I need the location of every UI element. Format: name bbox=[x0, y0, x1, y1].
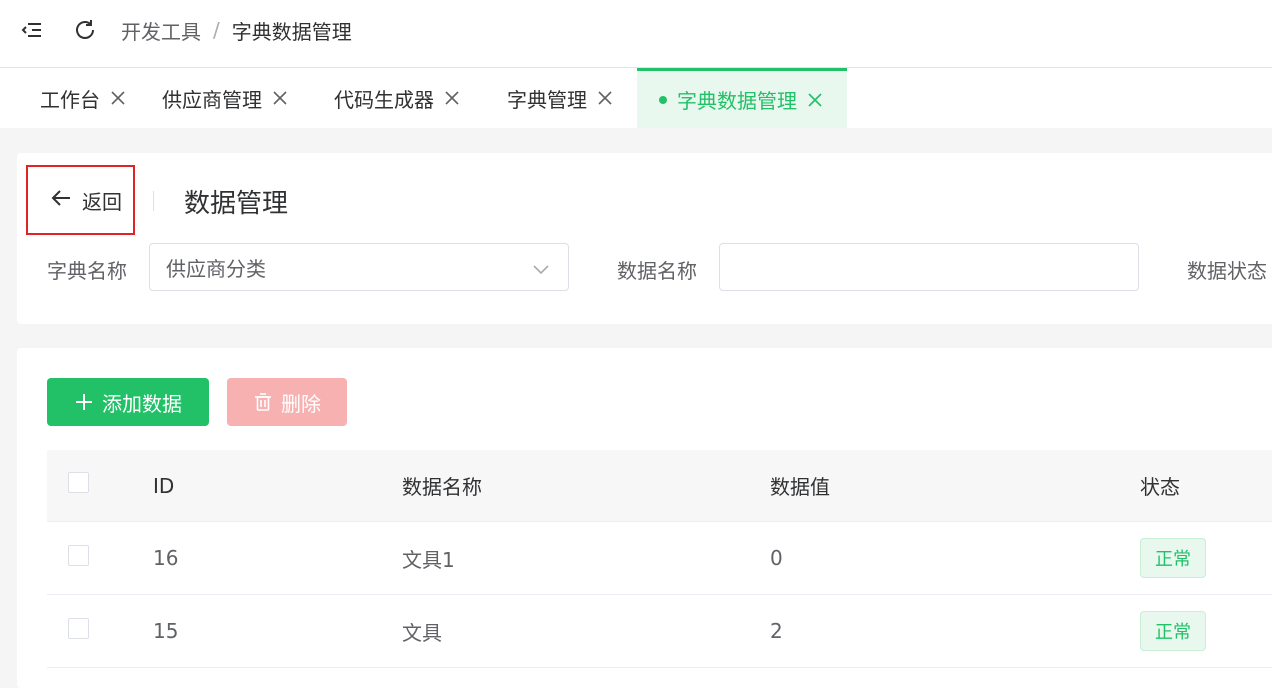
trash-icon bbox=[253, 392, 273, 412]
column-header-status: 状态 bbox=[1140, 475, 1180, 499]
tab-label: 字典管理 bbox=[507, 87, 587, 112]
breadcrumb-item-dev-tools[interactable]: 开发工具 bbox=[121, 16, 201, 45]
add-data-button[interactable]: 添加数据 bbox=[47, 378, 209, 426]
close-icon[interactable] bbox=[272, 90, 288, 106]
table-row: 16 文具1 0 正常 bbox=[47, 522, 1272, 595]
row-value: 2 bbox=[770, 619, 783, 643]
refresh-icon[interactable] bbox=[71, 16, 99, 44]
delete-label: 删除 bbox=[281, 391, 321, 416]
back-label: 返回 bbox=[82, 189, 122, 214]
row-id: 16 bbox=[153, 546, 179, 570]
top-bar: 开发工具 / 字典数据管理 bbox=[0, 0, 1272, 68]
table-header: ID 数据名称 数据值 状态 bbox=[47, 450, 1272, 522]
select-all-checkbox[interactable] bbox=[68, 472, 89, 493]
status-badge: 正常 bbox=[1140, 611, 1206, 651]
table-card: 添加数据 删除 ID 数据名称 数据值 状态 16 文具1 0 正常 15 文具… bbox=[17, 348, 1272, 688]
row-checkbox[interactable] bbox=[68, 618, 89, 639]
column-header-value: 数据值 bbox=[770, 475, 830, 499]
add-data-label: 添加数据 bbox=[102, 391, 182, 416]
close-icon[interactable] bbox=[597, 90, 613, 106]
menu-fold-icon[interactable] bbox=[18, 16, 46, 44]
breadcrumb-separator: / bbox=[213, 18, 220, 42]
breadcrumb-item-current: 字典数据管理 bbox=[231, 19, 352, 44]
column-header-name: 数据名称 bbox=[402, 475, 482, 499]
header-divider bbox=[153, 191, 154, 211]
tab-dict-data-management[interactable]: 字典数据管理 bbox=[637, 68, 847, 128]
data-status-label: 数据状态 bbox=[1187, 259, 1267, 283]
data-name-label: 数据名称 bbox=[617, 259, 697, 283]
table-row: 15 文具 2 正常 bbox=[47, 595, 1272, 668]
dict-name-select[interactable]: 供应商分类 bbox=[149, 243, 569, 291]
status-badge: 正常 bbox=[1140, 538, 1206, 578]
row-status: 正常 bbox=[1140, 611, 1206, 651]
active-dot bbox=[659, 95, 667, 104]
tab-workbench[interactable]: 工作台 bbox=[0, 68, 146, 128]
data-name-input[interactable] bbox=[719, 243, 1139, 291]
filter-card: 返回 数据管理 字典名称 供应商分类 数据名称 数据状态 bbox=[17, 153, 1272, 324]
row-name: 文具 bbox=[402, 620, 442, 645]
dict-name-label: 字典名称 bbox=[47, 259, 127, 283]
tab-supplier-management[interactable]: 供应商管理 bbox=[146, 68, 312, 128]
tab-dict-management[interactable]: 字典管理 bbox=[484, 68, 637, 128]
row-id: 15 bbox=[153, 619, 179, 643]
close-icon[interactable] bbox=[444, 90, 460, 106]
row-checkbox[interactable] bbox=[68, 545, 89, 566]
breadcrumb: 开发工具 / 字典数据管理 bbox=[121, 16, 352, 45]
tab-label: 供应商管理 bbox=[162, 87, 262, 112]
delete-button[interactable]: 删除 bbox=[227, 378, 347, 426]
row-status: 正常 bbox=[1140, 538, 1206, 578]
chevron-down-icon bbox=[532, 259, 550, 283]
tab-bar: 工作台 供应商管理 代码生成器 字典管理 字典数据管理 bbox=[0, 68, 1272, 128]
page-title: 数据管理 bbox=[184, 189, 289, 219]
column-header-id: ID bbox=[153, 473, 175, 498]
data-table: ID 数据名称 数据值 状态 16 文具1 0 正常 15 文具 2 正常 bbox=[47, 450, 1272, 668]
tab-code-generator[interactable]: 代码生成器 bbox=[312, 68, 484, 128]
plus-icon bbox=[74, 392, 94, 412]
tab-label: 工作台 bbox=[40, 87, 100, 112]
row-value: 0 bbox=[770, 546, 783, 570]
dict-name-value: 供应商分类 bbox=[166, 256, 266, 281]
back-button[interactable]: 返回 bbox=[26, 165, 135, 235]
arrow-left-icon bbox=[50, 187, 72, 213]
tab-label: 字典数据管理 bbox=[677, 89, 797, 113]
tab-label: 代码生成器 bbox=[334, 87, 434, 112]
close-icon[interactable] bbox=[807, 92, 823, 108]
row-name: 文具1 bbox=[402, 547, 455, 572]
close-icon[interactable] bbox=[110, 90, 126, 106]
